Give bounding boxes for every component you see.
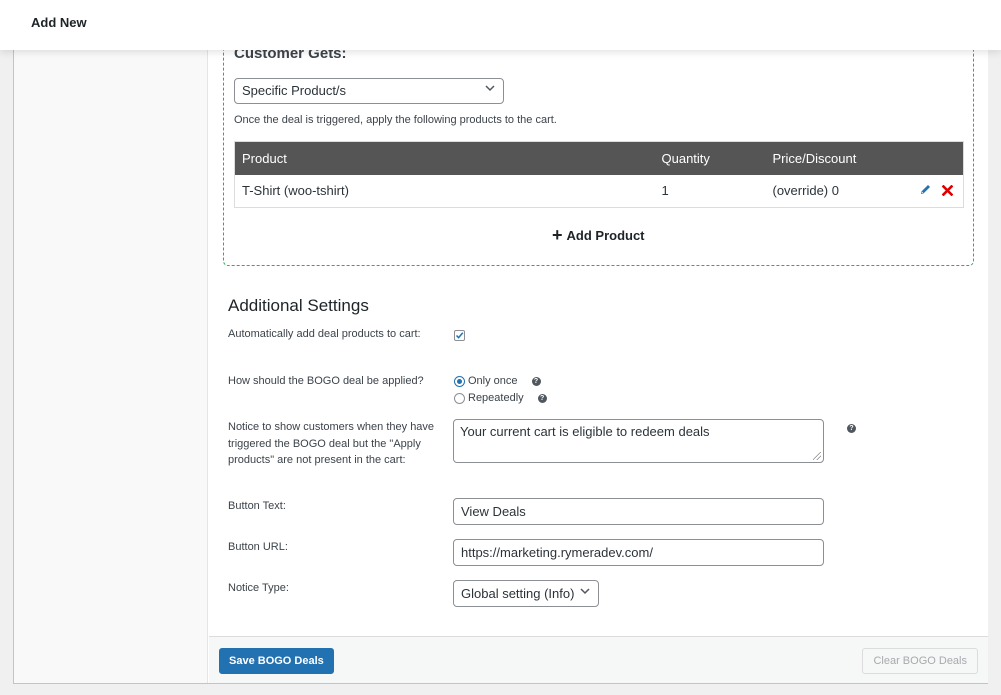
bogo-panel: Customer Gets: Specific Product/s Once t…	[13, 0, 988, 684]
help-icon[interactable]: ?	[531, 376, 541, 386]
column-header-quantity: Quantity	[661, 150, 710, 166]
add-product-button[interactable]: + Add Product	[552, 224, 645, 245]
chevron-down-icon	[580, 581, 590, 606]
customer-gets-help: Once the deal is triggered, apply the fo…	[234, 114, 557, 126]
edit-pencil-icon[interactable]	[919, 183, 932, 199]
help-icon[interactable]: ?	[537, 393, 547, 403]
button-url-value: https://marketing.rymeradev.com/	[461, 545, 653, 560]
row-price: (override) 0	[772, 183, 839, 199]
notice-label: Notice to show customers when they have …	[228, 421, 435, 466]
row-quantity: 1	[661, 183, 669, 199]
additional-settings-title: Additional Settings	[228, 296, 369, 315]
help-icon[interactable]: ?	[847, 424, 856, 433]
column-header-product: Product	[242, 150, 287, 166]
apply-mode-option-repeat[interactable]: Repeatedly ?	[454, 392, 547, 404]
panel-footer: Save BOGO Deals Clear BOGO Deals	[209, 636, 988, 683]
button-text-value: View Deals	[461, 504, 526, 519]
apply-mode-label: How should the BOGO deal be applied?	[228, 375, 424, 387]
button-text-input[interactable]: View Deals	[453, 498, 824, 525]
top-bar: Add New	[0, 0, 1001, 50]
table-row: T-Shirt (woo-tshirt) 1 (override) 0	[235, 175, 964, 208]
plus-icon: +	[552, 225, 563, 245]
row-actions	[904, 175, 964, 208]
auto-add-label: Automatically add deal products to cart:	[228, 328, 421, 340]
auto-add-checkbox[interactable]	[454, 330, 465, 341]
notice-textarea-value: Your current cart is eligible to redeem …	[460, 424, 710, 439]
chevron-down-icon	[485, 79, 495, 103]
table-header-row: Product Quantity Price/Discount	[234, 141, 964, 175]
page-title: Add New	[31, 15, 87, 30]
notice-type-select[interactable]: Global setting (Info)	[453, 580, 599, 607]
add-product-label: Add Product	[566, 228, 645, 243]
clear-bogo-deals-button[interactable]: Clear BOGO Deals	[862, 648, 978, 674]
products-table: Product Quantity Price/Discount T-Shirt …	[234, 141, 964, 208]
radio-only-once[interactable]	[454, 375, 465, 387]
notice-textarea[interactable]: Your current cart is eligible to redeem …	[453, 419, 824, 463]
resize-grip-icon[interactable]	[813, 452, 821, 460]
customer-gets-type-value: Specific Product/s	[242, 83, 347, 98]
radio-repeatedly[interactable]	[454, 392, 465, 404]
apply-mode-option-once[interactable]: Only once ?	[454, 375, 541, 387]
panel-content: Customer Gets: Specific Product/s Once t…	[209, 0, 988, 636]
radio-repeatedly-label: Repeatedly	[468, 392, 524, 404]
row-product: T-Shirt (woo-tshirt)	[242, 183, 349, 199]
notice-type-label: Notice Type:	[228, 582, 289, 594]
radio-only-once-label: Only once	[468, 375, 518, 387]
notice-type-value: Global setting (Info)	[461, 586, 575, 601]
customer-gets-type-select[interactable]: Specific Product/s	[234, 78, 504, 104]
delete-x-icon[interactable]	[941, 184, 954, 199]
column-header-actions	[904, 142, 964, 175]
panel-sidebar	[14, 0, 208, 683]
button-text-label: Button Text:	[228, 500, 286, 512]
button-url-input[interactable]: https://marketing.rymeradev.com/	[453, 539, 824, 566]
save-bogo-deals-button[interactable]: Save BOGO Deals	[219, 648, 334, 674]
column-header-price: Price/Discount	[772, 150, 857, 166]
button-url-label: Button URL:	[228, 541, 288, 553]
